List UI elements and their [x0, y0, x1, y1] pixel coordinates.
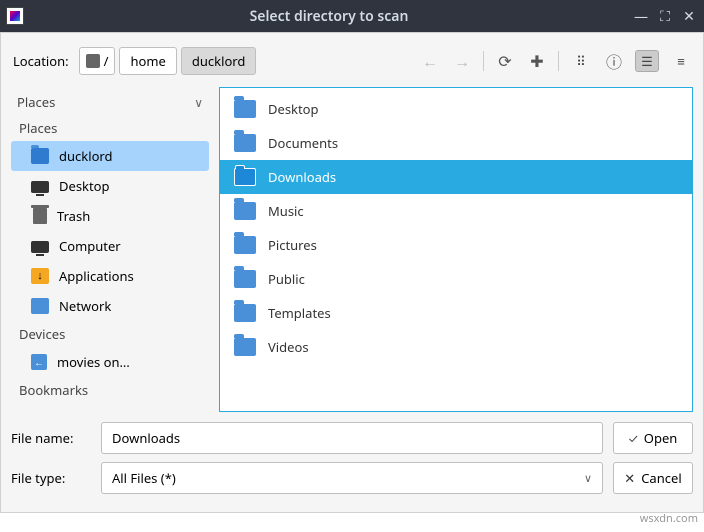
forward-button[interactable]: → [451, 50, 473, 72]
watermark: wsxdn.com [640, 511, 698, 526]
back-button[interactable]: ← [419, 50, 441, 72]
sidebar-item-label: Trash [57, 207, 90, 225]
desktop-icon [31, 181, 49, 193]
window-title: Select directory to scan [32, 7, 626, 26]
filetype-label: File type: [11, 469, 91, 487]
path-root[interactable]: / [79, 47, 116, 75]
list-item-label: Desktop [268, 100, 319, 118]
filename-label: File name: [11, 429, 91, 447]
trash-icon [33, 208, 47, 224]
applications-icon [31, 268, 49, 284]
maximize-button[interactable]: ⛶ [656, 7, 674, 25]
list-item-videos[interactable]: Videos [220, 330, 692, 364]
sidebar-item-movies[interactable]: movies on… [11, 347, 209, 377]
chevron-down-icon: ∨ [194, 94, 203, 111]
sidebar-item-applications[interactable]: Applications [11, 261, 209, 291]
folder-icon [234, 304, 256, 322]
separator [483, 51, 484, 71]
toolbar: ← → ⟳ ✚ ⠿ ⓘ ☰ ≡ [419, 50, 693, 72]
chevron-down-icon: ∨ [584, 471, 592, 486]
sidebar: Places ∨ Places ducklord Desktop Trash C… [11, 87, 209, 412]
home-folder-icon [31, 148, 49, 164]
folder-icon [234, 168, 256, 186]
view-list-button[interactable]: ☰ [635, 50, 659, 72]
list-item-label: Music [268, 202, 304, 220]
view-grid-button[interactable]: ⠿ [569, 50, 593, 72]
remote-disk-icon [31, 354, 47, 370]
path-current-label: ducklord [192, 52, 246, 70]
list-item-label: Pictures [268, 236, 317, 254]
folder-icon [234, 100, 256, 118]
new-folder-button[interactable]: ✚ [526, 50, 548, 72]
sidebar-item-desktop[interactable]: Desktop [11, 171, 209, 201]
path-home[interactable]: home [119, 47, 176, 75]
list-item-label: Downloads [268, 168, 336, 186]
sidebar-item-network[interactable]: Network [11, 291, 209, 321]
minimize-button[interactable]: — [632, 7, 650, 25]
titlebar: Select directory to scan — ⛶ ✕ [0, 0, 704, 32]
cancel-button[interactable]: ✕ Cancel [613, 462, 693, 494]
folder-icon [234, 236, 256, 254]
open-button[interactable]: ✓ Open [613, 422, 693, 454]
sidebar-item-label: movies on… [57, 353, 130, 371]
close-button[interactable]: ✕ [680, 7, 698, 25]
disk-icon [86, 54, 100, 68]
sidebar-item-computer[interactable]: Computer [11, 231, 209, 261]
path-home-label: home [130, 52, 165, 70]
filetype-value: All Files (*) [112, 469, 176, 487]
separator [558, 51, 559, 71]
list-item-downloads[interactable]: Downloads [220, 160, 692, 194]
location-bar: Location: / home ducklord ← → ⟳ ✚ ⠿ ⓘ ☰ … [11, 43, 693, 79]
sidebar-item-label: Applications [59, 267, 134, 285]
open-label: Open [644, 429, 678, 447]
sidebar-item-label: Network [59, 297, 111, 315]
reload-button[interactable]: ⟳ [494, 50, 516, 72]
list-item-public[interactable]: Public [220, 262, 692, 296]
list-item-templates[interactable]: Templates [220, 296, 692, 330]
view-detail-button[interactable]: ≡ [669, 50, 693, 72]
sidebar-item-label: Computer [59, 237, 121, 255]
sidebar-item-ducklord[interactable]: ducklord [11, 141, 209, 171]
file-listing[interactable]: Desktop Documents Downloads Music Pictur… [219, 87, 693, 412]
list-item-label: Public [268, 270, 305, 288]
window-body: Location: / home ducklord ← → ⟳ ✚ ⠿ ⓘ ☰ … [0, 32, 704, 513]
folder-icon [234, 202, 256, 220]
filetype-select[interactable]: All Files (*) ∨ [101, 462, 603, 494]
filename-input[interactable] [101, 422, 603, 454]
list-item-desktop[interactable]: Desktop [220, 92, 692, 126]
main-split: Places ∨ Places ducklord Desktop Trash C… [11, 87, 693, 412]
sidebar-places-header[interactable]: Places ∨ [11, 89, 209, 115]
path-current[interactable]: ducklord [181, 47, 257, 75]
filetype-row: File type: All Files (*) ∨ ✕ Cancel [11, 462, 693, 494]
folder-icon [234, 338, 256, 356]
close-icon: ✕ [624, 469, 635, 487]
network-icon [31, 298, 49, 314]
list-item-music[interactable]: Music [220, 194, 692, 228]
list-item-label: Videos [268, 338, 309, 356]
list-item-documents[interactable]: Documents [220, 126, 692, 160]
folder-icon [234, 134, 256, 152]
sidebar-item-label: Desktop [59, 177, 110, 195]
location-label: Location: [11, 52, 71, 70]
info-button[interactable]: ⓘ [603, 50, 625, 72]
breadcrumb: / home ducklord [79, 47, 257, 75]
sidebar-item-trash[interactable]: Trash [11, 201, 209, 231]
cancel-label: Cancel [641, 469, 681, 487]
folder-icon [234, 270, 256, 288]
list-item-label: Templates [268, 304, 331, 322]
computer-icon [31, 241, 49, 253]
sidebar-places-sub: Places [11, 115, 209, 141]
sidebar-item-label: ducklord [59, 147, 113, 165]
bottom-panel: File name: ✓ Open File type: All Files (… [11, 422, 693, 494]
list-item-pictures[interactable]: Pictures [220, 228, 692, 262]
sidebar-devices-header: Devices [11, 321, 209, 347]
app-icon [6, 7, 24, 25]
path-root-label: / [104, 52, 109, 70]
sidebar-bookmarks-header: Bookmarks [11, 377, 209, 403]
check-icon: ✓ [629, 429, 638, 447]
sidebar-places-label: Places [17, 93, 55, 111]
list-item-label: Documents [268, 134, 338, 152]
filename-row: File name: ✓ Open [11, 422, 693, 454]
